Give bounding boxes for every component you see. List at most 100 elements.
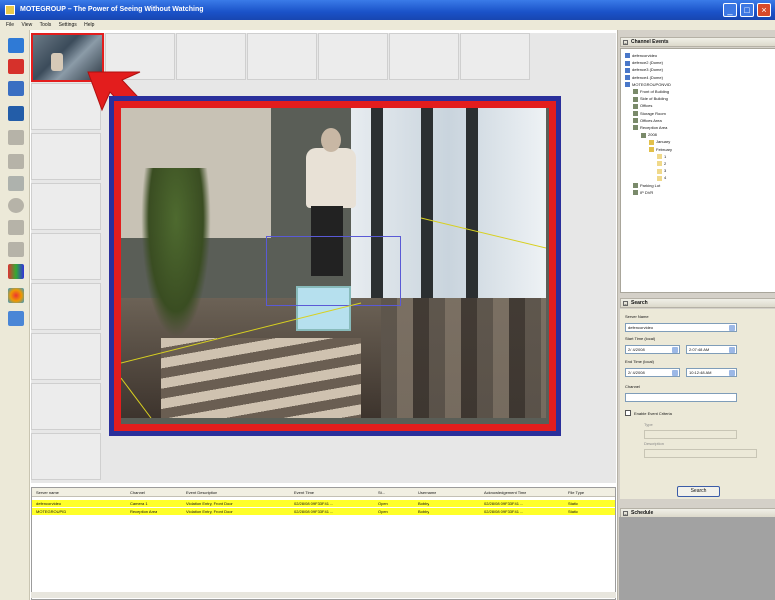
end-date-field[interactable]: 2/ 4/2008 xyxy=(625,368,680,377)
grid-cell[interactable] xyxy=(176,33,246,80)
tree-node-icon xyxy=(625,75,630,81)
grid-cell[interactable] xyxy=(31,133,101,180)
tree-item[interactable]: defence4 (Dome) xyxy=(625,75,663,81)
menu-file[interactable]: File xyxy=(6,20,14,30)
tree-item[interactable]: 1 xyxy=(657,154,666,160)
tree-node-icon xyxy=(657,175,662,181)
grid-cell[interactable] xyxy=(31,233,101,280)
camera-icon[interactable] xyxy=(8,38,24,53)
search-button[interactable]: Search xyxy=(677,486,720,497)
description-field[interactable] xyxy=(644,449,757,458)
tree-item[interactable]: MOTEGROUPONVID xyxy=(625,82,671,88)
layout-icon[interactable] xyxy=(8,154,24,169)
tree-node-icon xyxy=(633,111,638,117)
maximize-button[interactable]: □ xyxy=(740,3,754,17)
menu-help[interactable]: Help xyxy=(84,20,94,30)
schedule-panel xyxy=(619,517,775,600)
monitor-icon[interactable] xyxy=(8,81,24,96)
tree-item[interactable]: Side of Building xyxy=(633,96,668,102)
tree-item-label: IP DVR xyxy=(640,189,654,195)
tree-item-label: Offices Area xyxy=(640,117,662,123)
grid-cell[interactable] xyxy=(31,283,101,330)
tree-item[interactable]: Reception Area xyxy=(633,125,667,131)
grid-icon[interactable] xyxy=(8,130,24,145)
collapse-icon[interactable]: – xyxy=(623,301,628,306)
grid-cell[interactable] xyxy=(318,33,388,80)
tree-item[interactable]: defencorvideo xyxy=(625,53,658,59)
tree-item-label: February xyxy=(656,146,673,152)
column-header-username[interactable]: Username xyxy=(418,489,436,496)
tree-item[interactable]: Offices Area xyxy=(633,117,662,124)
tree-item[interactable]: 2 xyxy=(657,161,666,167)
grid-cell[interactable] xyxy=(389,33,459,80)
grid-cell[interactable] xyxy=(31,433,101,480)
tree-item[interactable]: February xyxy=(649,146,673,153)
column-header-ack-time[interactable]: Acknowledgement Time xyxy=(484,489,526,496)
scissors-icon[interactable] xyxy=(8,242,24,257)
channel-field[interactable] xyxy=(625,393,737,402)
horizontal-scrollbar[interactable] xyxy=(31,592,616,598)
tree-item-label: Front of Building xyxy=(640,89,670,94)
menu-view[interactable]: View xyxy=(21,20,32,30)
circle-icon[interactable] xyxy=(8,198,24,213)
column-header-channel[interactable]: Channel xyxy=(130,489,145,496)
collapse-icon[interactable]: – xyxy=(623,511,628,516)
menu-settings[interactable]: Settings xyxy=(59,20,77,30)
table-row[interactable]: defencorvideo Camera 1 Violation Entry, … xyxy=(32,500,615,507)
menu-tools[interactable]: Tools xyxy=(40,20,52,30)
collapse-icon[interactable]: – xyxy=(623,40,628,45)
tree-item[interactable]: defence2 (Dome) xyxy=(625,60,663,66)
grid-cell[interactable] xyxy=(31,333,101,380)
grid-cell[interactable] xyxy=(247,33,317,80)
chart-icon[interactable] xyxy=(8,264,24,279)
server-name-combo[interactable]: defencorvideo xyxy=(625,323,737,332)
record-icon[interactable] xyxy=(8,59,24,74)
grid-cell[interactable] xyxy=(460,33,530,80)
spinner-icon[interactable] xyxy=(729,347,735,353)
tree-item[interactable]: Front of Building xyxy=(633,89,670,95)
tree-item[interactable]: January xyxy=(649,139,670,145)
tree-item[interactable]: defence3 (Dome) xyxy=(625,67,663,73)
end-time-field[interactable]: 10:12:48 AM xyxy=(686,368,737,377)
tree-item[interactable]: IP DVR xyxy=(633,189,654,196)
tree-item[interactable]: Storage Room xyxy=(633,110,666,117)
column-header-description[interactable]: Event Description xyxy=(186,489,217,496)
start-time-field[interactable]: 2:07:48 AM xyxy=(686,345,737,354)
search-header[interactable]: – Search xyxy=(620,298,775,308)
tree-item[interactable]: Parking Lot xyxy=(633,183,660,189)
chevron-down-icon[interactable] xyxy=(729,325,735,331)
close-button[interactable]: × xyxy=(757,3,771,17)
channel-events-header[interactable]: – Channel Events xyxy=(620,37,775,47)
tree-item[interactable]: 2008 xyxy=(641,132,657,138)
enable-criteria-checkbox[interactable] xyxy=(625,410,631,416)
type-field[interactable] xyxy=(644,430,737,439)
tree-node-icon xyxy=(633,96,638,102)
start-date-field[interactable]: 2/ 4/2008 xyxy=(625,345,680,354)
screen-icon[interactable] xyxy=(8,106,24,121)
tree-node-icon xyxy=(657,154,662,160)
tree-item-label: Side of Building xyxy=(640,96,668,102)
list-icon[interactable] xyxy=(8,220,24,235)
grid-cell[interactable] xyxy=(31,183,101,230)
table-row[interactable]: MOTEGROUPID Reception Area Violation Ent… xyxy=(32,508,615,515)
camera-video-feed[interactable] xyxy=(121,108,549,424)
chevron-down-icon[interactable] xyxy=(672,370,678,376)
pin-icon[interactable] xyxy=(8,311,24,326)
tree-item-label: Storage Room xyxy=(640,110,666,116)
chevron-down-icon[interactable] xyxy=(672,347,678,353)
column-header-status[interactable]: St... xyxy=(378,489,385,496)
pen-icon[interactable] xyxy=(8,176,24,191)
title-bar: MOTEGROUP – The Power of Seeing Without … xyxy=(0,0,775,20)
tree-item[interactable]: Offices xyxy=(633,103,652,109)
grid-cell[interactable] xyxy=(31,383,101,430)
tree-item[interactable]: 3 xyxy=(657,168,666,174)
tree-node-icon xyxy=(625,53,630,59)
minimize-button[interactable]: _ xyxy=(723,3,737,17)
tree-item-label: defencorvideo xyxy=(632,53,658,58)
spinner-icon[interactable] xyxy=(729,370,735,376)
tree-item[interactable]: 4 xyxy=(657,175,666,181)
column-header-file-type[interactable]: File Type xyxy=(568,489,584,496)
palette-icon[interactable] xyxy=(8,288,24,303)
column-header-event-time[interactable]: Event Time xyxy=(294,489,314,496)
column-header-server[interactable]: Server name xyxy=(36,489,59,496)
